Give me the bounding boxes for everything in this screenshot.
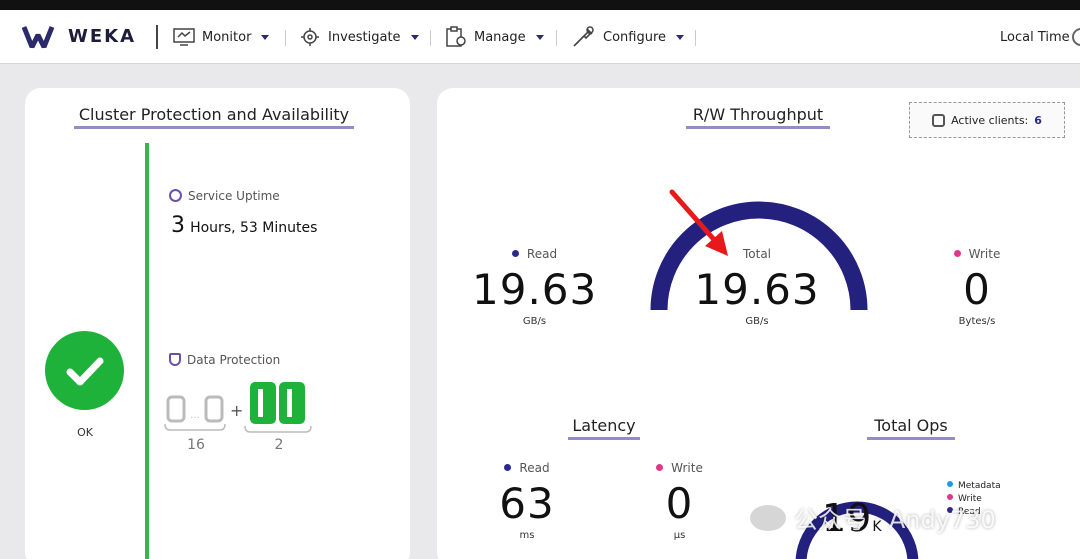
protection-drives-count: 2 — [274, 437, 284, 453]
wechat-icon — [750, 504, 786, 531]
read-unit: GB/s — [522, 316, 547, 327]
chevron-down-icon — [676, 34, 685, 40]
uptime-value: 3 Hours, 53 Minutes — [171, 213, 317, 238]
investigate-icon — [301, 28, 319, 46]
active-clients-button[interactable]: Active clients: 6 — [909, 102, 1065, 138]
chevron-down-icon — [535, 34, 544, 40]
database-icon — [932, 113, 946, 127]
read-throughput: Read 19.63 GB/s — [472, 247, 597, 327]
total-ops-title: Total Ops — [867, 416, 955, 440]
svg-text:...: ... — [190, 410, 200, 421]
latency-read-dot — [504, 464, 512, 471]
read-dot — [511, 250, 519, 257]
status-label: OK — [77, 426, 93, 439]
manage-icon — [446, 26, 466, 47]
monitor-icon — [173, 28, 195, 46]
latency-read: Read 63 ms — [487, 461, 567, 541]
nav-divider — [695, 30, 696, 46]
nav-divider — [556, 30, 557, 46]
nav-separator — [156, 25, 158, 49]
legend-metadata: Metadata — [947, 480, 1001, 493]
nav-item-manage[interactable]: Manage — [444, 23, 544, 51]
latency-read-unit: ms — [519, 530, 535, 541]
weka-logo-icon — [21, 26, 55, 49]
nav-divider — [430, 30, 431, 46]
latency-read-label: Read — [519, 461, 550, 475]
data-drives-icon: ... — [164, 395, 226, 431]
read-value: 19.63 — [472, 265, 598, 314]
data-drives-group: ... — [164, 394, 226, 438]
chevron-down-icon — [261, 34, 270, 40]
total-value: 19.63 — [694, 265, 820, 314]
latency-write-value: 0 — [665, 479, 694, 528]
nav-item-configure[interactable]: Configure — [571, 23, 685, 51]
weka-logo[interactable]: WEKA — [21, 23, 152, 51]
write-label: Write — [968, 247, 1001, 261]
nav-divider — [285, 30, 286, 46]
data-drives-count: 16 — [187, 437, 205, 453]
watermark: 公众号 · Andy730 — [750, 500, 996, 535]
metadata-dot — [947, 481, 953, 487]
active-clients-label: Active clients: — [951, 113, 1029, 127]
cluster-panel-title: Cluster Protection and Availability — [74, 105, 354, 129]
data-protection-label: Data Protection — [169, 353, 280, 367]
latency-write-unit: µs — [673, 530, 686, 541]
cluster-protection-panel: Cluster Protection and Availability OK S… — [25, 88, 410, 559]
protection-drives-icon — [244, 382, 312, 433]
write-throughput: Write 0 Bytes/s — [927, 247, 1027, 327]
total-unit: GB/s — [745, 316, 769, 327]
clock-icon — [169, 189, 182, 202]
brand-name: WEKA — [68, 26, 137, 47]
annotation-arrow-icon — [669, 189, 728, 256]
watermark-text: 公众号 · Andy730 — [794, 506, 996, 534]
uptime-rest: Hours, 53 Minutes — [190, 220, 318, 236]
metrics-panel: R/W Throughput Active clients: 6 Read 19… — [437, 88, 1080, 559]
throughput-title: R/W Throughput — [686, 105, 830, 129]
configure-icon — [573, 26, 594, 47]
latency-read-value: 63 — [499, 479, 555, 528]
uptime-label-text: Service Uptime — [188, 189, 280, 203]
nav-item-monitor[interactable]: Monitor — [172, 23, 270, 51]
status-line — [145, 143, 149, 559]
window-top-strip — [0, 0, 1080, 10]
latency-write-label: Write — [671, 461, 703, 475]
nav-item-investigate[interactable]: Investigate — [298, 23, 419, 51]
clock-icon[interactable] — [1072, 28, 1080, 46]
data-protection-label-text: Data Protection — [187, 353, 281, 367]
chevron-down-icon — [410, 34, 419, 40]
plus-sign: + — [230, 401, 244, 420]
active-clients-count: 6 — [1034, 113, 1042, 127]
nav-item-monitor-label: Monitor — [202, 29, 252, 45]
top-navbar: WEKA Monitor Investigate Manage Configur… — [0, 10, 1080, 64]
shield-icon — [169, 353, 181, 366]
nav-item-manage-label: Manage — [474, 29, 526, 45]
latency-write-dot — [656, 464, 664, 471]
read-label: Read — [526, 247, 558, 261]
legend-metadata-label: Metadata — [958, 481, 1001, 491]
ok-status-icon — [45, 331, 124, 410]
nav-item-investigate-label: Investigate — [328, 29, 401, 45]
nav-item-configure-label: Configure — [603, 29, 667, 45]
write-dot — [953, 250, 961, 257]
latency-title: Latency — [568, 416, 640, 440]
protection-drives-group — [244, 380, 312, 438]
write-value: 0 — [963, 265, 991, 314]
local-time-label[interactable]: Local Time — [1000, 30, 1070, 45]
service-uptime-label: Service Uptime — [169, 189, 280, 203]
uptime-hours: 3 — [171, 213, 185, 238]
latency-write: Write 0 µs — [637, 461, 722, 541]
write-unit: Bytes/s — [958, 316, 996, 327]
checkmark-icon — [66, 357, 104, 386]
